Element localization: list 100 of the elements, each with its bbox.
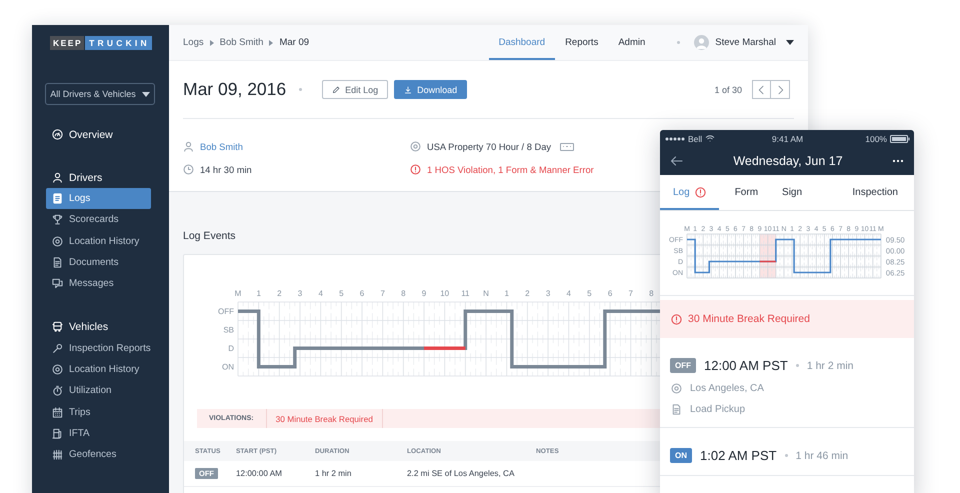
hour-label: 3 — [298, 289, 302, 298]
previous-button[interactable] — [752, 80, 771, 99]
separator-dot — [677, 41, 680, 44]
wifi-icon — [705, 134, 716, 143]
calendar-icon — [52, 406, 63, 418]
person-icon — [183, 141, 194, 152]
nav-item[interactable]: Trips — [46, 401, 151, 423]
alert-text: 30 Minute Break Required — [688, 313, 810, 325]
separator-dot — [299, 88, 302, 91]
table-cell-text: 1 hr 2 min — [315, 469, 352, 478]
trophy-icon — [52, 214, 63, 226]
driver-link[interactable]: Bob Smith — [200, 142, 243, 152]
breadcrumb-arrow-icon — [210, 40, 214, 46]
status-label: ON — [222, 362, 234, 372]
document-icon — [671, 404, 682, 415]
bus-icon — [52, 321, 63, 332]
pencil-icon — [332, 86, 340, 94]
hour-label: 4 — [318, 289, 323, 298]
nav-item[interactable]: Messages — [46, 273, 151, 294]
nav-item[interactable]: Documents — [46, 252, 151, 274]
avatar-icon — [694, 35, 710, 50]
fuel-pump-icon — [52, 428, 63, 439]
separator-dot — [796, 364, 799, 367]
breadcrumb-arrow-icon — [269, 40, 274, 46]
alert-icon — [410, 164, 421, 175]
event-duration: 1 hr 46 min — [796, 450, 848, 462]
caret-icon[interactable] — [786, 40, 794, 45]
tab[interactable]: Form — [718, 177, 770, 210]
event-time: 12:00 AM PST — [704, 358, 788, 373]
nav-item[interactable]: Location History — [46, 358, 151, 380]
event-location: Los Angeles, CA — [690, 383, 764, 394]
nav-tab[interactable]: Reports — [555, 25, 608, 60]
ruleset-text: USA Property 70 Hour / 8 Day — [427, 142, 552, 152]
violation-line — [424, 346, 466, 350]
nav-item[interactable]: Location History — [46, 230, 151, 252]
hour-label: 6 — [360, 289, 364, 298]
table-cell-text: 12:00:00 AM — [236, 469, 283, 478]
hour-label: 11 — [461, 289, 470, 298]
hour-label: 3 — [546, 289, 550, 298]
hour-label: M — [234, 289, 242, 298]
event-duration: 1 hr 2 min — [806, 360, 854, 372]
chevron-right-icon — [776, 84, 784, 96]
breadcrumb-link[interactable]: Mar 09 — [279, 37, 310, 48]
tab[interactable]: Inspection — [840, 177, 914, 210]
stopwatch-icon — [52, 385, 63, 396]
hour-label: 5 — [339, 289, 344, 298]
violation-line — [760, 260, 776, 262]
section-title: Log Events — [183, 230, 236, 242]
status-badge: ON — [670, 448, 692, 463]
edit-log-button[interactable]: Edit Log — [322, 80, 388, 99]
nav-item[interactable]: Geofences — [46, 444, 151, 466]
event-note: Load Pickup — [690, 404, 746, 415]
tab[interactable]: Log — [660, 177, 719, 210]
clock-time: 9:41 AM — [772, 134, 804, 144]
hour-label: 7 — [380, 289, 385, 298]
caret-icon — [142, 92, 150, 96]
nav-tab[interactable]: Admin — [608, 25, 656, 60]
hour-label: 10 — [440, 289, 450, 298]
nav-item[interactable]: IFTA — [46, 422, 151, 444]
nav-item[interactable]: Utilization — [46, 380, 151, 402]
hour-label: 8 — [649, 289, 654, 298]
next-button[interactable] — [771, 80, 790, 99]
nav-section-header[interactable]: Vehicles — [46, 316, 155, 338]
duration-text: 14 hr 30 min — [200, 164, 252, 174]
hour-label: 1 — [256, 289, 261, 298]
status-label: D — [228, 344, 234, 354]
nav-item[interactable]: Overview — [46, 124, 155, 145]
fence-icon — [52, 449, 63, 460]
status-badge: OFF — [670, 358, 696, 373]
nav-item[interactable]: Logs — [46, 188, 151, 210]
tab[interactable]: Sign — [770, 177, 814, 210]
user-name[interactable]: Steve Marshal — [715, 37, 776, 48]
hour-label: N — [483, 289, 489, 298]
nav-item[interactable]: Inspection Reports — [46, 337, 151, 359]
clock-icon — [183, 164, 194, 175]
breadcrumb-link[interactable]: Bob Smith — [220, 37, 264, 48]
nav-item[interactable]: Scorecards — [46, 209, 151, 231]
hour-label: 8 — [401, 289, 406, 298]
status-label: OFF — [218, 307, 234, 316]
alert-icon — [694, 187, 706, 198]
nav-section-header[interactable]: Drivers — [46, 167, 155, 188]
violation-summary: 1 HOS Violation, 1 Form & Manner Error — [427, 164, 594, 174]
separator-dot — [784, 454, 788, 457]
log-date-title: Mar 09, 2016 — [183, 79, 286, 100]
filter-dropdown[interactable]: All Drivers & Vehicles — [45, 83, 155, 105]
document-icon — [52, 193, 63, 204]
logo: KEEP TRUCKIN — [50, 36, 152, 50]
hour-label: 1 — [504, 289, 509, 298]
gauge-icon — [52, 129, 63, 140]
download-button[interactable]: Download — [394, 80, 468, 99]
breadcrumb-link[interactable]: Logs — [183, 37, 204, 48]
battery-icon — [890, 134, 910, 142]
hour-label: 4 — [566, 289, 571, 298]
more-icon[interactable] — [560, 142, 574, 150]
table-cell-text: 2.2 mi SE of Los Angeles, CA — [407, 469, 516, 478]
hour-label: 7 — [628, 289, 633, 298]
document-icon — [52, 257, 63, 268]
signal-icon — [665, 134, 685, 142]
chat-icon — [52, 278, 63, 290]
page-counter: 1 of 30 — [714, 84, 742, 94]
